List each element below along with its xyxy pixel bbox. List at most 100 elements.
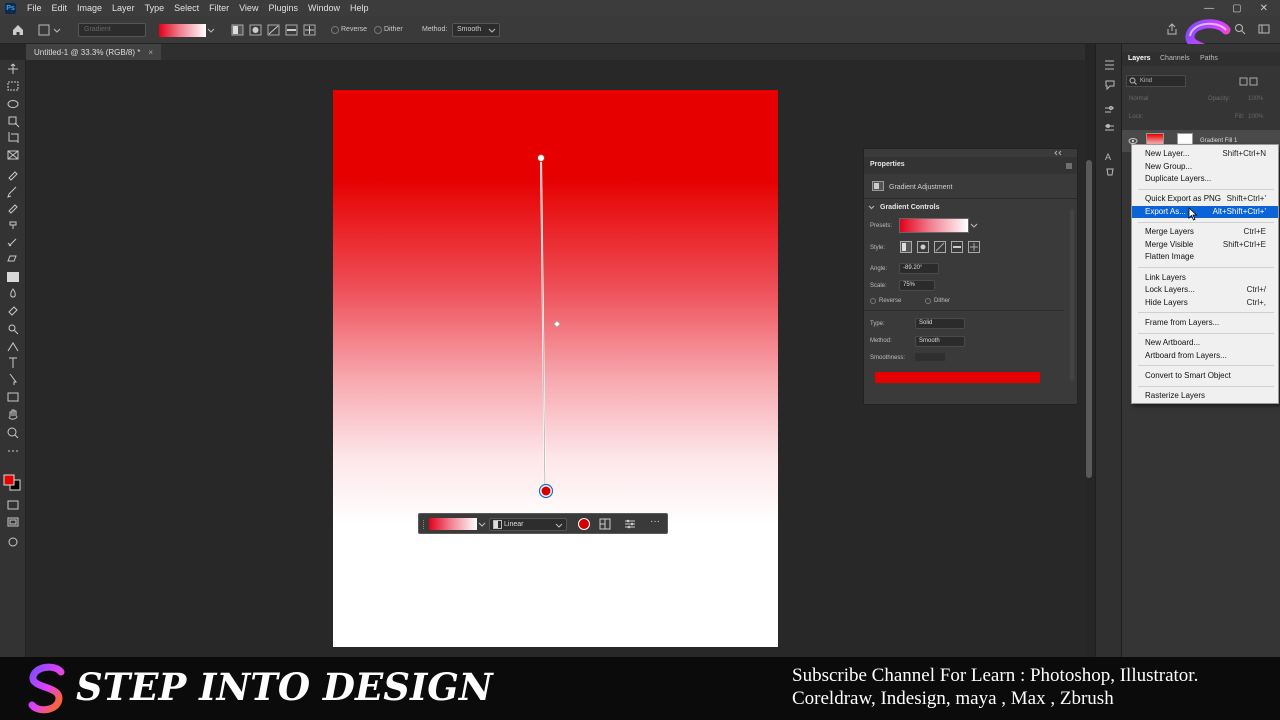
menu-item-label: Rasterize Layers (1145, 391, 1206, 401)
menu-separator (1138, 385, 1274, 387)
scale-field[interactable]: 75% (899, 280, 935, 291)
channel-title: STEP INTO DESIGN (76, 665, 493, 709)
menu-item-label: Quick Export as PNG (1145, 194, 1222, 204)
section-divider (864, 310, 1064, 311)
smoothness-field[interactable] (915, 353, 945, 361)
menu-item-duplicate-layers[interactable]: Duplicate Layers... (1132, 173, 1278, 185)
menu-item-link-layers[interactable]: Link Layers (1132, 272, 1278, 284)
menu-item-hide-layers[interactable]: Hide Layers Ctrl+, (1132, 297, 1278, 309)
properties-title: Properties (870, 161, 905, 168)
chevron-down-icon[interactable] (970, 222, 978, 230)
menu-item-rasterize-layers[interactable]: Rasterize Layers (1132, 390, 1278, 402)
settings-sliders-icon[interactable] (624, 518, 636, 530)
channel-banner: STEP INTO DESIGN Subscribe Channel For L… (0, 657, 1280, 720)
menu-item-label: Convert to Smart Object (1145, 371, 1231, 380)
type-value: Solid (919, 320, 933, 326)
angle-value: -89.20° (903, 265, 923, 271)
scale-value: 75% (903, 282, 916, 288)
adjustment-label: Gradient Adjustment (889, 184, 953, 191)
mouse-cursor-icon (1188, 207, 1198, 221)
chevron-down-icon[interactable] (868, 204, 875, 211)
presets-swatch[interactable] (899, 218, 969, 233)
tab-layers[interactable]: Layers (1128, 55, 1151, 62)
menu-item-convert-to-smart-object[interactable]: Convert to Smart Object (1132, 370, 1278, 382)
gradient-preset-swatch[interactable] (429, 518, 477, 530)
fill-label: Fill: (1235, 114, 1245, 120)
reverse-checkbox[interactable] (870, 298, 876, 304)
gradient-style-select[interactable]: Linear (489, 518, 567, 531)
tab-channels[interactable]: Channels (1160, 55, 1190, 62)
properties-header: Properties (864, 157, 1077, 174)
smoothness-label: Smoothness: (870, 355, 906, 361)
menu-item-label: New Layer... (1145, 149, 1190, 158)
gradient-adjustment-icon (872, 181, 884, 191)
menu-item-label: New Group... (1145, 161, 1193, 171)
panel-menu-icon[interactable] (1065, 162, 1073, 170)
menu-item-quick-export-as-png[interactable]: Quick Export as PNG Shift+Ctrl+' (1132, 193, 1278, 205)
gradient-editor-icon[interactable] (599, 518, 611, 530)
drag-handle[interactable] (422, 518, 425, 530)
menu-item-lock-layers[interactable]: Lock Layers... Ctrl+/ (1132, 284, 1278, 296)
method-label: Method: (870, 338, 892, 344)
method-select[interactable]: Smooth (915, 336, 965, 347)
presets-label: Presets: (870, 223, 893, 229)
opacity-field[interactable]: 100% (1248, 96, 1263, 102)
menu-item-flatten-image[interactable]: Flatten Image (1132, 251, 1278, 263)
layer-filter-field[interactable]: Kind (1126, 75, 1186, 87)
menu-item-new-group[interactable]: New Group... (1132, 161, 1278, 173)
menu-item-export-as[interactable]: Export As... Alt+Shift+Ctrl+' (1132, 206, 1278, 218)
type-select[interactable]: Solid (915, 318, 965, 329)
menu-item-new-artboard[interactable]: New Artboard... (1132, 337, 1278, 349)
style-buttons[interactable] (900, 241, 982, 253)
search-icon (1129, 77, 1137, 85)
method-value: Smooth (919, 338, 940, 344)
angle-label: Angle: (870, 266, 888, 272)
menu-item-label: Frame from Layers... (1145, 318, 1220, 327)
menu-item-merge-layers[interactable]: Merge Layers Ctrl+E (1132, 226, 1278, 238)
menu-item-frame-from-layers[interactable]: Frame from Layers... (1132, 317, 1278, 329)
menu-item-label: New Artboard... (1145, 338, 1201, 348)
kind-label: Kind (1140, 78, 1153, 84)
opacity-label: Opacity: (1208, 96, 1231, 102)
menu-separator (1138, 332, 1274, 334)
blend-mode-select[interactable]: Normal (1129, 96, 1148, 102)
chevron-down-icon (555, 523, 563, 528)
menu-separator (1138, 267, 1274, 268)
more-options-icon[interactable]: ··· (650, 516, 660, 527)
menu-item-shortcut: Ctrl+, (1246, 297, 1266, 307)
menu-item-shortcut: Shift+Ctrl+' (1226, 194, 1266, 204)
menu-item-label: Duplicate Layers... (1145, 174, 1212, 184)
menu-item-label: Merge Visible (1145, 239, 1194, 249)
menu-item-new-layer[interactable]: New Layer... Shift+Ctrl+N (1132, 148, 1278, 160)
layer-filter-icons[interactable] (1222, 77, 1258, 87)
color-stop-button[interactable] (578, 518, 590, 530)
chevron-down-icon[interactable] (478, 521, 486, 529)
gradient-style-value: Linear (504, 521, 524, 528)
properties-scrollbar[interactable] (1070, 209, 1074, 381)
menu-item-label: Artboard from Layers... (1145, 350, 1227, 360)
collapse-panel-icon[interactable] (1054, 150, 1074, 156)
dither-checkbox[interactable] (925, 298, 931, 304)
layers-tab-bar: Layers Channels Paths (1122, 52, 1280, 66)
menu-item-label: Merge Layers (1145, 227, 1194, 237)
menu-item-shortcut: Shift+Ctrl+N (1222, 149, 1266, 158)
menu-item-label: Hide Layers (1145, 297, 1188, 307)
gradient-controls-title: Gradient Controls (880, 204, 940, 211)
menu-item-shortcut: Alt+Shift+Ctrl+' (1212, 207, 1266, 216)
gradient-preview-bar[interactable] (875, 372, 1040, 383)
menu-item-merge-visible[interactable]: Merge Visible Shift+Ctrl+E (1132, 239, 1278, 251)
menu-item-label: Export As... (1145, 207, 1186, 216)
canvas-scrollbar[interactable] (1086, 160, 1092, 478)
angle-field[interactable]: -89.20° (899, 263, 939, 274)
channel-subtitle-line1: Subscribe Channel For Learn : Photoshop,… (792, 665, 1199, 686)
layer-context-menu: New Layer... Shift+Ctrl+N New Group... Dupl… (1131, 144, 1279, 404)
type-label: Type: (870, 321, 885, 327)
fill-field[interactable]: 100% (1248, 114, 1263, 120)
menu-item-artboard-from-layers[interactable]: Artboard from Layers... (1132, 350, 1278, 362)
gradient-start-handle (537, 154, 545, 162)
properties-panel: Properties Gradient Adjustment Gradient … (863, 148, 1078, 405)
tab-paths[interactable]: Paths (1200, 55, 1218, 62)
section-divider (864, 198, 1077, 199)
channel-logo-icon (28, 663, 65, 714)
menu-separator (1138, 221, 1274, 223)
